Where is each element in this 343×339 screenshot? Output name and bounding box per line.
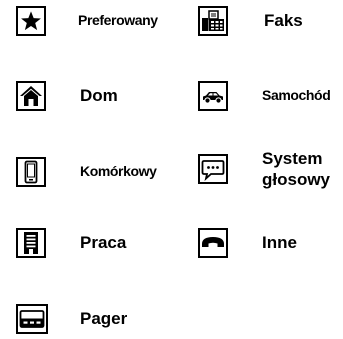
work-icon [16, 228, 46, 258]
legend-item-other: Inne [198, 228, 297, 258]
mobile-phone-icon [16, 157, 46, 187]
legend-label: Pager [80, 309, 128, 329]
legend-item-home: Dom [16, 81, 118, 111]
home-icon [16, 81, 46, 111]
legend-item-mobile: Komórkowy [16, 157, 157, 187]
legend-label: Samochód [262, 87, 331, 104]
legend-item-preferred: Preferowany [16, 6, 158, 36]
legend-label: Faks [264, 11, 303, 31]
legend-item-work: Praca [16, 228, 126, 258]
legend-label: Inne [262, 233, 297, 253]
legend-label: Praca [80, 233, 127, 253]
fax-icon [198, 6, 228, 36]
legend-item-pager: Pager [16, 304, 127, 334]
pager-icon [16, 304, 48, 334]
legend-label: Preferowany [78, 12, 158, 29]
car-icon [198, 81, 228, 111]
voice-system-icon [198, 154, 228, 185]
legend-label: Komórkowy [80, 163, 157, 180]
legend-item-voice-system: System głosowy [198, 148, 342, 191]
legend-label: Dom [80, 86, 118, 106]
legend-item-car: Samochód [198, 81, 331, 111]
legend-label: System głosowy [262, 149, 331, 190]
other-phone-icon [198, 228, 228, 258]
legend-item-fax: Faks [198, 6, 303, 36]
star-icon [16, 6, 46, 36]
